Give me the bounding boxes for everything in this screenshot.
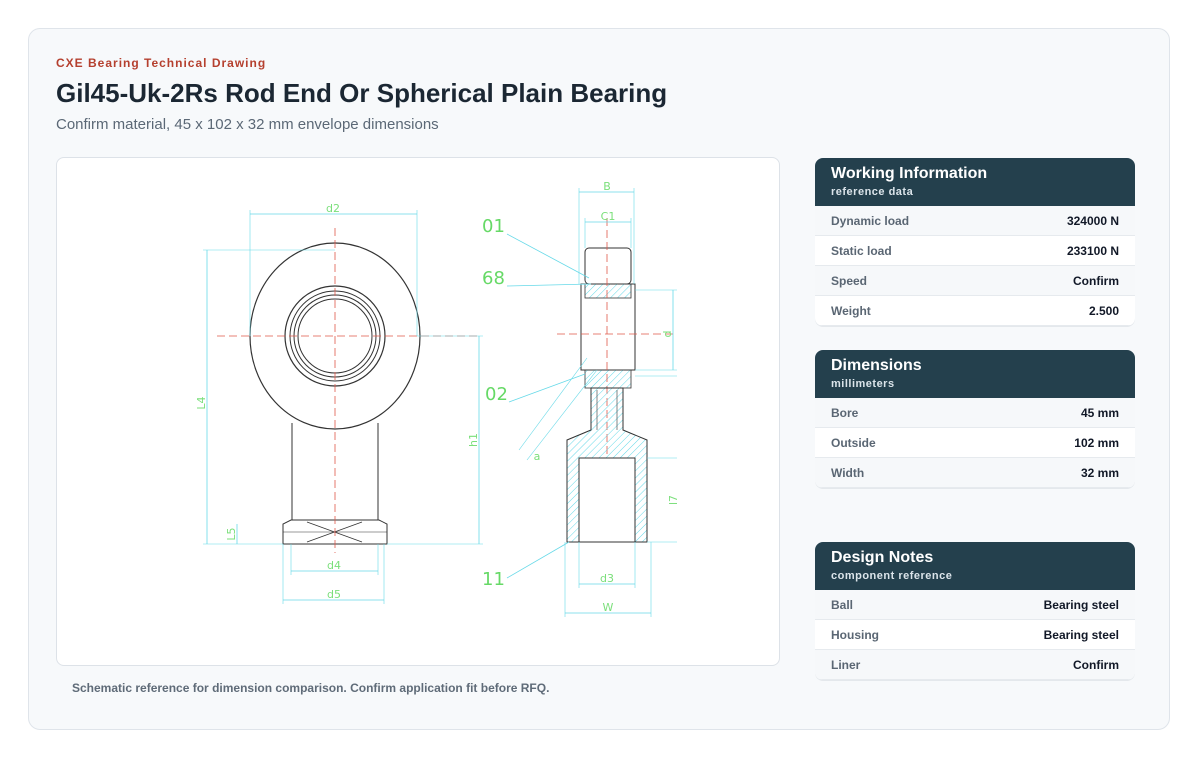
page-subtitle: Confirm material, 45 x 102 x 32 mm envel… xyxy=(56,116,439,133)
row-key: Outside xyxy=(831,435,876,450)
table-row: Weight 2.500 xyxy=(815,296,1135,326)
row-value: 45 mm xyxy=(1080,405,1119,420)
drawing-caption: Schematic reference for dimension compar… xyxy=(72,681,550,695)
technical-drawing-panel: d2 L4 h1 L5 d4 d5 B C1 d d3 W a l7 01 68… xyxy=(56,157,780,666)
dimensions-card: Dimensions millimeters Bore 45 mm Outside… xyxy=(815,350,1135,488)
dimensions-rows: Bore 45 mm Outside 102 mm Width 32 mm xyxy=(815,398,1135,488)
working-information-title: Working Information xyxy=(831,165,988,182)
page-title: Gil45-Uk-2Rs Rod End Or Spherical Plain … xyxy=(56,78,668,108)
row-key: Housing xyxy=(831,627,879,642)
design-notes-rows: Ball Bearing steel Housing Bearing steel L… xyxy=(815,590,1135,680)
table-row: Ball Bearing steel xyxy=(815,590,1135,620)
table-row: Width 32 mm xyxy=(815,458,1135,488)
row-key: Ball xyxy=(831,597,854,612)
table-row: Bore 45 mm xyxy=(815,398,1135,428)
dim-d3-label: d3 xyxy=(600,572,614,585)
dimensions-subtitle: millimeters xyxy=(831,378,895,390)
design-notes-card: Design Notes component reference Ball Bea… xyxy=(815,542,1135,680)
row-key: Weight xyxy=(831,303,871,318)
row-value: 324000 N xyxy=(1066,213,1119,228)
row-value: 233100 N xyxy=(1066,243,1119,258)
row-value: 32 mm xyxy=(1080,465,1119,480)
row-value: 102 mm xyxy=(1074,435,1119,450)
table-row: Housing Bearing steel xyxy=(815,620,1135,650)
dim-l7-label: l7 xyxy=(667,495,680,505)
callout-02: 02 xyxy=(485,384,508,405)
dimensions-header: Dimensions millimeters xyxy=(815,350,1135,398)
callout-68: 68 xyxy=(482,268,505,289)
dim-h1-label: h1 xyxy=(467,433,480,447)
working-information-subtitle: reference data xyxy=(831,186,914,198)
table-row: Static load 233100 N xyxy=(815,236,1135,266)
callout-01: 01 xyxy=(482,216,505,237)
dim-l4-label: L4 xyxy=(195,396,208,409)
row-value: Confirm xyxy=(1073,273,1119,288)
working-information-header: Working Information reference data xyxy=(815,158,1135,206)
eyebrow-label: CXE Bearing Technical Drawing xyxy=(56,56,267,70)
table-row: Liner Confirm xyxy=(815,650,1135,680)
row-key: Speed xyxy=(831,273,868,288)
working-information-rows: Dynamic load 324000 N Static load 233100 N… xyxy=(815,206,1135,326)
design-notes-subtitle: component reference xyxy=(831,570,953,582)
row-value: Confirm xyxy=(1073,657,1119,672)
row-key: Width xyxy=(831,465,865,480)
dimensions-title: Dimensions xyxy=(831,357,922,374)
row-value: Bearing steel xyxy=(1043,597,1119,612)
design-notes-header: Design Notes component reference xyxy=(815,542,1135,590)
dim-l5-label: L5 xyxy=(225,527,238,540)
side-view: B C1 d d3 W a l7 01 68 02 11 xyxy=(482,180,680,617)
rod-end-drawing: d2 L4 h1 L5 d4 d5 B C1 d d3 W a l7 01 68… xyxy=(195,180,680,617)
row-value: Bearing steel xyxy=(1043,627,1119,642)
table-row: Outside 102 mm xyxy=(815,428,1135,458)
row-value: 2.500 xyxy=(1088,303,1119,318)
row-key: Bore xyxy=(831,405,859,420)
table-row: Speed Confirm xyxy=(815,266,1135,296)
table-row: Dynamic load 324000 N xyxy=(815,206,1135,236)
dim-c1-label: C1 xyxy=(601,210,616,223)
callout-11: 11 xyxy=(482,569,505,590)
working-information-card: Working Information reference data Dynam… xyxy=(815,158,1135,326)
dim-w-label: W xyxy=(603,601,614,614)
row-key: Static load xyxy=(831,243,892,258)
front-view: d2 L4 h1 L5 d4 d5 xyxy=(195,202,483,604)
dim-d2-label: d2 xyxy=(326,202,340,215)
dim-a-label: a xyxy=(534,450,541,463)
row-key: Dynamic load xyxy=(831,213,910,228)
dim-d5-label: d5 xyxy=(327,588,341,601)
dim-d-label: d xyxy=(661,331,674,338)
dim-d4-label: d4 xyxy=(327,559,341,572)
row-key: Liner xyxy=(831,657,861,672)
dim-b-label: B xyxy=(603,180,611,193)
design-notes-title: Design Notes xyxy=(831,549,934,566)
